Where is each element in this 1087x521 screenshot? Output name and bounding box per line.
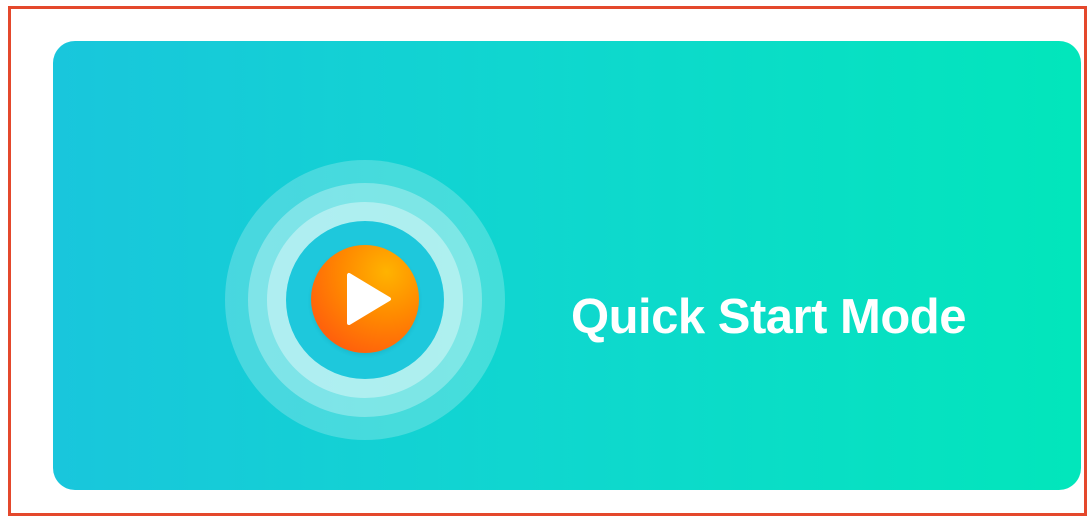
card-title: Quick Start Mode: [571, 290, 966, 344]
play-icon: [347, 273, 391, 325]
play-button[interactable]: [311, 245, 419, 353]
quick-start-mode-card[interactable]: Quick Start Mode: [53, 41, 1081, 490]
